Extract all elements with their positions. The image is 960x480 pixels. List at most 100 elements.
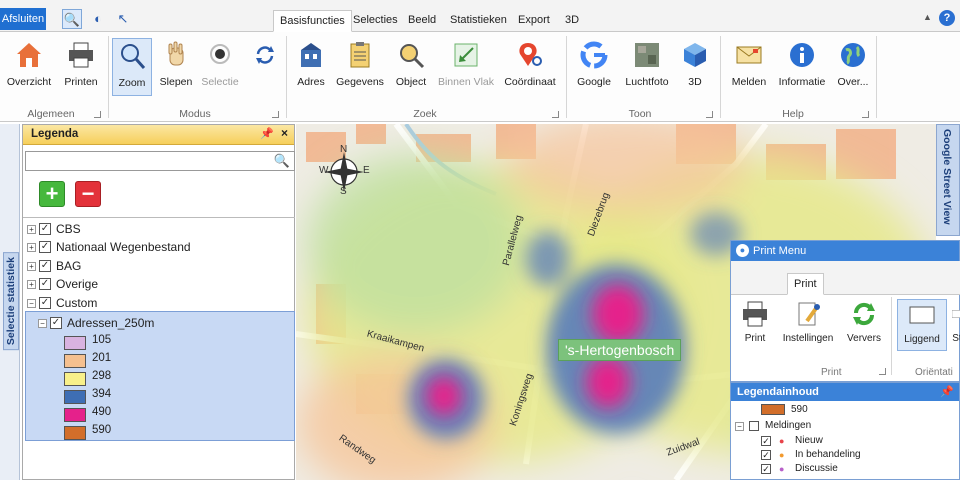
staand-button[interactable]: St (951, 299, 960, 351)
color-swatch (64, 426, 86, 440)
print-menu-titlebar: ● Print Menu (731, 241, 959, 261)
color-swatch (64, 408, 86, 422)
tab-export[interactable]: Export (512, 10, 556, 32)
collapse-ribbon-icon[interactable]: ▲ (923, 12, 932, 22)
coordinaat-button[interactable]: Coördinaat (500, 38, 560, 96)
tab-print[interactable]: Print (787, 273, 824, 295)
zoom-button[interactable]: Zoom (112, 38, 152, 96)
tab-statistieken[interactable]: Statistieken (444, 10, 513, 32)
compass-label: W (319, 165, 329, 176)
legend-title: Legenda (31, 128, 79, 140)
color-swatch (64, 372, 86, 386)
legend-class-label: 298 (92, 370, 112, 382)
legend-header: Legenda 📌 × (23, 125, 294, 145)
group-launcher-icon[interactable] (706, 111, 713, 118)
group-separator (891, 297, 892, 375)
ververs-button[interactable]: Ververs (843, 299, 885, 351)
layer-row-bag[interactable]: + ✓ BAG (23, 257, 293, 275)
collapse-icon[interactable]: − (38, 319, 47, 328)
layer-checkbox[interactable]: ✓ (761, 450, 771, 460)
collapse-icon[interactable]: − (735, 422, 744, 431)
collapse-icon[interactable]: − (27, 299, 36, 308)
3d-button[interactable]: 3D (680, 38, 710, 96)
group-launcher-icon[interactable] (552, 111, 559, 118)
pin-icon[interactable]: 📌 (260, 127, 274, 140)
printen-button[interactable]: Printen (58, 38, 104, 96)
legend-class-label: 105 (92, 334, 112, 346)
luchtfoto-button[interactable]: Luchtfoto (622, 38, 672, 96)
gegevens-button[interactable]: Gegevens (334, 38, 386, 96)
layer-checkbox[interactable]: ✓ (761, 464, 771, 474)
group-separator (108, 36, 109, 118)
group-label-orientatie: Oriëntati (915, 367, 953, 378)
selectie-button[interactable]: Selectie (199, 38, 241, 96)
group-launcher-icon[interactable] (879, 368, 886, 375)
adres-button[interactable]: Adres (292, 38, 330, 96)
layer-checkbox[interactable]: ✓ (39, 223, 51, 235)
instellingen-button[interactable]: Instellingen (779, 299, 837, 351)
group-separator (566, 36, 567, 118)
object-button[interactable]: Object (390, 38, 432, 96)
refresh-button[interactable] (250, 38, 276, 96)
layer-row-overige[interactable]: + ✓ Overige (23, 275, 293, 293)
google-icon (580, 41, 608, 69)
quick-pan-icon[interactable]: ◐ (88, 9, 108, 29)
layer-checkbox[interactable]: ✓ (39, 297, 51, 309)
expand-icon[interactable]: + (27, 262, 36, 271)
liggend-button[interactable]: Liggend (897, 299, 947, 351)
printer-icon (743, 301, 767, 327)
layer-row-custom[interactable]: − ✓ Custom (23, 294, 293, 312)
city-label: 's-Hertogenbosch (558, 339, 682, 361)
layer-row-nwb[interactable]: + ✓ Nationaal Wegenbestand (23, 238, 293, 256)
binnen-vlak-button[interactable]: Binnen Vlak (436, 38, 496, 96)
layer-checkbox[interactable] (749, 421, 759, 431)
map-pin-icon: ● (779, 436, 785, 446)
group-launcher-icon[interactable] (862, 111, 869, 118)
left-side-tabstrip: Selectie statistiek (0, 124, 20, 480)
quick-zoom-icon[interactable]: 🔍 (62, 9, 82, 29)
layer-checkbox[interactable]: ✓ (39, 241, 51, 253)
tab-selecties[interactable]: Selecties (347, 10, 404, 32)
tab-beeld[interactable]: Beeld (402, 10, 442, 32)
quick-select-icon[interactable]: ↖ (113, 9, 133, 29)
layer-row-adressen[interactable]: − ✓ Adressen_250m (26, 314, 292, 332)
tab-selectie-statistiek[interactable]: Selectie statistiek (3, 252, 19, 351)
print-button[interactable]: Print (737, 299, 773, 351)
landscape-page-icon (909, 306, 935, 324)
map-pin-icon: ● (779, 464, 785, 474)
group-launcher-icon[interactable] (94, 111, 101, 118)
legend-content-header: Legendainhoud 📌 (731, 383, 959, 401)
tab-basisfuncties[interactable]: Basisfuncties (273, 10, 352, 32)
over-button[interactable]: Over... (834, 38, 872, 96)
layer-checkbox[interactable]: ✓ (39, 260, 51, 272)
melden-button[interactable]: Melden (728, 38, 770, 96)
layer-checkbox[interactable]: ✓ (761, 436, 771, 446)
informatie-button[interactable]: Informatie (776, 38, 828, 96)
overzicht-button[interactable]: Overzicht (4, 38, 54, 96)
google-button[interactable]: Google (572, 38, 616, 96)
layer-checkbox[interactable]: ✓ (50, 317, 62, 329)
tab-3d[interactable]: 3D (559, 10, 585, 32)
help-icon[interactable]: ? (939, 10, 955, 26)
slepen-button[interactable]: Slepen (156, 38, 196, 96)
expand-icon[interactable]: + (27, 280, 36, 289)
custom-layer-block: − ✓ Adressen_250m 105 201 298 394 490 590 (25, 311, 295, 441)
remove-layer-button[interactable]: − (75, 181, 101, 207)
expand-icon[interactable]: + (27, 225, 36, 234)
expand-icon[interactable]: + (27, 243, 36, 252)
info-icon (790, 43, 814, 67)
layer-checkbox[interactable]: ✓ (39, 278, 51, 290)
legend-search-input[interactable]: 🔍 (25, 151, 295, 171)
ribbon: Overzicht Printen Algemeen Zoom Slepen S… (0, 32, 960, 122)
close-icon[interactable]: × (281, 126, 288, 140)
group-launcher-icon[interactable] (272, 111, 279, 118)
tab-google-street-view[interactable]: Google Street View (936, 124, 960, 236)
pin-icon[interactable]: 📌 (940, 383, 954, 401)
group-label-modus: Modus (179, 108, 211, 120)
add-layer-button[interactable]: + (39, 181, 65, 207)
compass-label: N (340, 144, 348, 155)
layer-row-cbs[interactable]: + ✓ CBS (23, 220, 293, 238)
group-separator (286, 36, 287, 118)
search-icon[interactable]: 🔍 (274, 153, 290, 169)
exit-button[interactable]: Afsluiten (0, 8, 46, 30)
